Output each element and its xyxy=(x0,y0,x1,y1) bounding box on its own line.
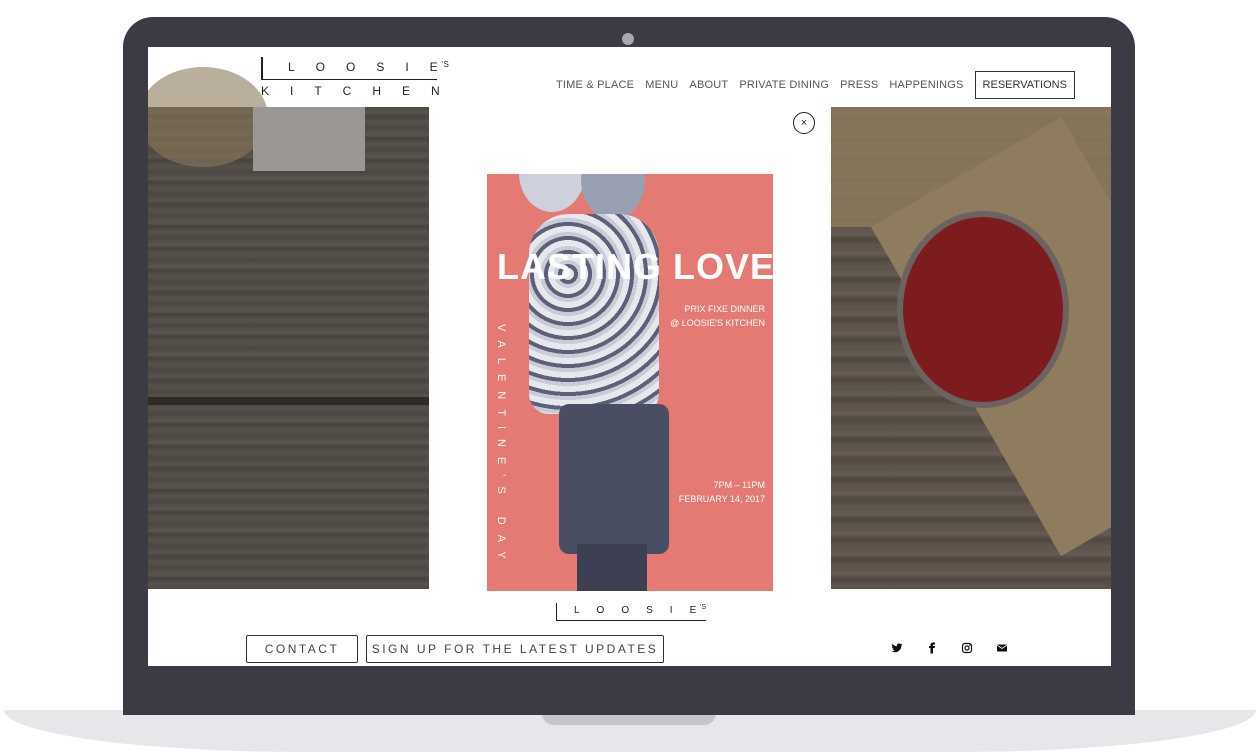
event-modal: × LASTING LOVE PRIX FIXE DINNER @ LOOSIE… xyxy=(429,107,831,591)
logo-sup: 'S xyxy=(442,60,449,69)
poster-vertical: VALENTINE'S DAY xyxy=(495,324,507,569)
twitter-icon[interactable] xyxy=(888,639,906,657)
reservations-button[interactable]: RESERVATIONS xyxy=(974,71,1075,99)
plate-shape xyxy=(148,67,268,167)
legs xyxy=(577,544,647,591)
camera-icon xyxy=(622,33,634,45)
social-links xyxy=(888,639,1028,657)
logo-line xyxy=(261,79,437,80)
event-poster: LASTING LOVE PRIX FIXE DINNER @ LOOSIE'S… xyxy=(487,174,773,591)
ketchup-bowl xyxy=(903,217,1063,402)
body-man xyxy=(559,404,669,554)
site-logo[interactable]: LOOSIE 'S KITCHEN xyxy=(261,57,451,99)
facebook-icon[interactable] xyxy=(923,639,941,657)
poster-time: 7PM – 11PM xyxy=(713,480,765,490)
screen: LOOSIE 'S KITCHEN TIME & PLACE MENU ABOU… xyxy=(148,47,1111,666)
footer-logo-text: LOOSIE xyxy=(574,605,714,616)
hero-area: × LASTING LOVE PRIX FIXE DINNER @ LOOSIE… xyxy=(148,67,1111,591)
nav-happenings[interactable]: HAPPENINGS xyxy=(889,79,963,91)
instagram-icon[interactable] xyxy=(958,639,976,657)
left-photo xyxy=(148,67,429,589)
email-icon[interactable] xyxy=(993,639,1011,657)
close-icon[interactable]: × xyxy=(793,112,815,134)
logo-bar xyxy=(261,57,263,79)
nav-about[interactable]: ABOUT xyxy=(689,79,728,91)
footer-logo-sup: 'S xyxy=(700,604,707,611)
nav-press[interactable]: PRESS xyxy=(840,79,878,91)
footer-logo-bar xyxy=(556,603,557,620)
main-nav: TIME & PLACE MENU ABOUT PRIVATE DINING P… xyxy=(556,71,1075,99)
footer-logo[interactable]: LOOSIE 'S xyxy=(556,603,706,625)
signup-button[interactable]: SIGN UP FOR THE LATEST UPDATES xyxy=(366,635,664,663)
footer-logo-line xyxy=(556,620,706,621)
head-woman xyxy=(519,174,585,212)
poster-title: LASTING LOVE xyxy=(497,246,773,287)
paper-shape xyxy=(253,107,365,171)
nav-private-dining[interactable]: PRIVATE DINING xyxy=(739,79,829,91)
nav-time-place[interactable]: TIME & PLACE xyxy=(556,79,634,91)
contact-button[interactable]: CONTACT xyxy=(246,635,358,663)
poster-date: FEBRUARY 14, 2017 xyxy=(678,494,765,504)
poster-line2: @ LOOSIE'S KITCHEN xyxy=(670,318,765,328)
logo-top: LOOSIE xyxy=(288,60,459,74)
wood-crack xyxy=(148,397,429,405)
logo-bottom: KITCHEN xyxy=(261,84,461,98)
body-woman xyxy=(529,214,659,414)
nav-menu[interactable]: MENU xyxy=(645,79,678,91)
couple-illustration xyxy=(519,174,679,591)
right-photo xyxy=(831,107,1111,589)
poster-line1: PRIX FIXE DINNER xyxy=(684,304,765,314)
